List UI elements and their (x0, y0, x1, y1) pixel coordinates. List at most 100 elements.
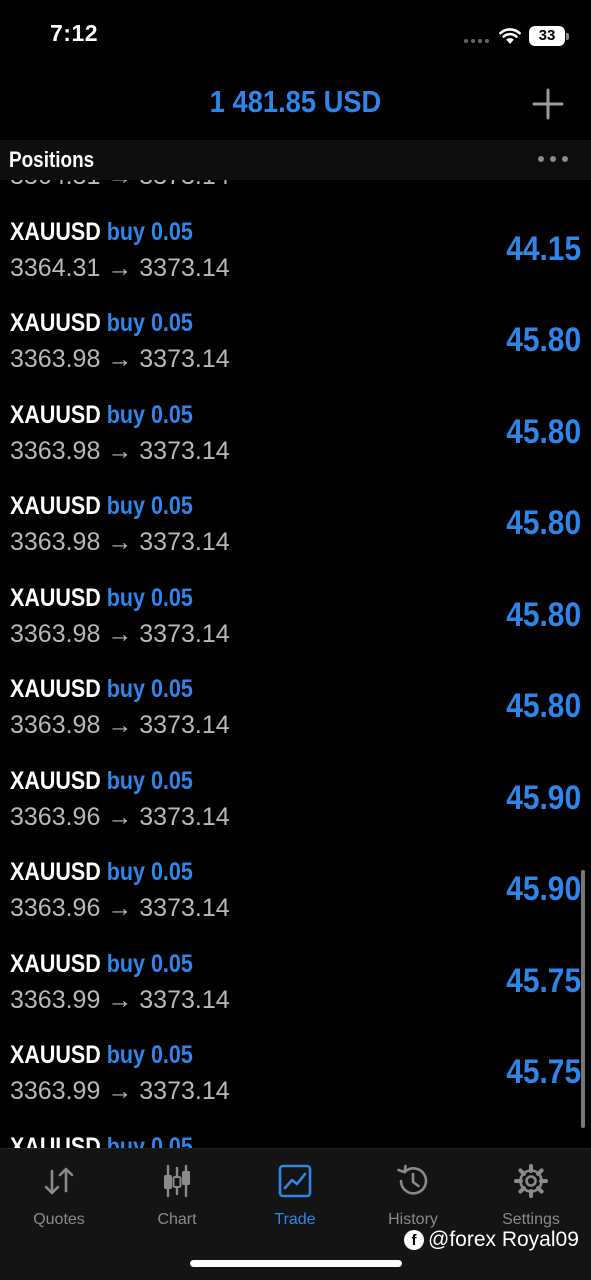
open-price: 3363.98 (10, 711, 101, 739)
position-profit: 45.75 (506, 961, 581, 1000)
position-title: XAUUSD buy 0.05 (10, 492, 193, 521)
current-price: 3373.14 (139, 180, 229, 190)
position-prices: 3363.96 → 3373.14 (10, 894, 230, 923)
price-arrow: → (107, 711, 133, 739)
position-row[interactable]: XAUUSD buy 0.05 3363.99 → 3373.14 45.75 (0, 950, 591, 1042)
position-row[interactable]: XAUUSD buy 0.05 3363.96 → 3373.14 45.90 (0, 767, 591, 859)
position-side-volume: buy 0.05 (106, 1132, 193, 1149)
status-time: 7:12 (50, 20, 99, 46)
quotes-arrows-icon (44, 1167, 74, 1195)
tab-quotes[interactable]: Quotes (0, 1163, 118, 1228)
tab-history[interactable]: History (354, 1163, 472, 1228)
tab-chart[interactable]: Chart (118, 1163, 236, 1228)
open-price: 3363.98 (10, 436, 101, 465)
current-price: 3373.14 (139, 528, 230, 556)
section-title: Positions (9, 147, 95, 172)
position-row[interactable]: XAUUSD buy 0.053364.31 → 3373.1444.15 (0, 218, 591, 310)
positions-list[interactable]: XAUUSD buy 0.05 3364.31 → 3373.14 44.15 XAU… (0, 180, 591, 1148)
tab-label: Chart (157, 1211, 197, 1228)
tab-label: History (388, 1211, 438, 1228)
position-symbol: XAUUSD (10, 1041, 101, 1069)
position-profit: 44.15 (506, 229, 581, 268)
price-arrow: → (107, 436, 133, 465)
position-title: XAUUSD buy 0.05 (10, 858, 193, 887)
position-side-volume: buy 0.05 (106, 583, 193, 612)
gear-icon (514, 1164, 548, 1198)
account-balance: 1 481.85 USD (209, 84, 382, 119)
battery-level: 33 (529, 26, 565, 46)
position-symbol: XAUUSD (10, 1132, 101, 1149)
cellular-signal-icon (464, 39, 492, 45)
home-indicator[interactable] (190, 1260, 402, 1267)
position-profit: 45.80 (506, 412, 581, 451)
open-price: 3363.99 (10, 985, 101, 1014)
watermark-text: @forex Royal09 (428, 1228, 579, 1251)
open-price: 3363.98 (10, 345, 101, 373)
position-side-volume: buy 0.05 (106, 675, 193, 703)
open-price: 3364.31 (10, 180, 100, 190)
position-symbol: XAUUSD (10, 949, 101, 978)
position-symbol: XAUUSD (10, 766, 101, 795)
position-row[interactable]: XAUUSD buy 0.053363.99 → 3373.1445.75 (0, 1041, 591, 1133)
position-title: XAUUSD buy 0.05 (10, 401, 193, 430)
position-title: XAUUSD buy 0.05 (10, 218, 193, 247)
position-prices: 3363.98 → 3373.14 (10, 345, 230, 374)
position-prices: 3364.31 → 3373.14 (10, 180, 230, 191)
price-arrow: → (107, 1077, 133, 1105)
position-row[interactable]: XAUUSD buy 0.05 3363.98 → 3373.14 45.80 (0, 675, 591, 767)
more-options-icon[interactable] (538, 156, 568, 162)
position-symbol: XAUUSD (10, 217, 101, 246)
watermark: f @forex Royal09 (404, 1228, 579, 1252)
candlestick-icon (164, 1164, 190, 1198)
position-title: XAUUSD buy 0.05 (10, 309, 193, 338)
position-prices: 3363.98 → 3373.14 (10, 437, 230, 466)
position-profit: 45.90 (506, 778, 581, 817)
facebook-icon: f (404, 1230, 424, 1250)
open-price: 3363.98 (10, 619, 101, 648)
position-profit: 45.80 (506, 321, 581, 359)
position-row[interactable]: XAUUSD buy 0.053363.99 → 3373.1445.75 (0, 1133, 591, 1149)
status-bar: 7:12 33 (0, 0, 591, 72)
position-prices: 3363.98 → 3373.14 (10, 711, 230, 740)
price-arrow: → (107, 253, 133, 282)
price-arrow: → (107, 528, 133, 556)
position-prices: 3363.99 → 3373.14 (10, 1077, 230, 1106)
position-profit: 45.90 (506, 870, 581, 908)
scrollbar[interactable] (581, 870, 585, 1128)
position-prices: 3363.98 → 3373.14 (10, 620, 230, 649)
current-price: 3373.14 (139, 1077, 230, 1105)
plus-icon[interactable] (532, 88, 564, 120)
position-side-volume: buy 0.05 (106, 400, 193, 429)
price-arrow: → (107, 802, 133, 831)
position-row[interactable]: XAUUSD buy 0.05 3363.96 → 3373.14 45.90 (0, 858, 591, 950)
price-arrow: → (107, 345, 133, 373)
position-prices: 3363.99 → 3373.14 (10, 986, 230, 1015)
current-price: 3373.14 (139, 253, 230, 282)
open-price: 3363.96 (10, 894, 101, 922)
current-price: 3373.14 (139, 802, 230, 831)
tab-settings[interactable]: Settings (472, 1163, 590, 1228)
position-row[interactable]: XAUUSD buy 0.05 3363.98 → 3373.14 45.80 (0, 309, 591, 401)
position-side-volume: buy 0.05 (106, 217, 193, 246)
price-arrow: → (107, 180, 132, 190)
position-title: XAUUSD buy 0.05 (10, 1133, 193, 1149)
tab-label: Trade (274, 1211, 316, 1228)
current-price: 3373.14 (139, 619, 230, 648)
position-side-volume: buy 0.05 (106, 949, 193, 978)
position-symbol: XAUUSD (10, 858, 101, 886)
position-row[interactable]: XAUUSD buy 0.05 3363.98 → 3373.14 45.80 (0, 401, 591, 493)
position-side-volume: buy 0.05 (106, 309, 193, 337)
position-symbol: XAUUSD (10, 400, 101, 429)
tab-trade[interactable]: Trade (236, 1163, 354, 1228)
tab-label: Settings (502, 1211, 560, 1228)
position-symbol: XAUUSD (10, 583, 101, 612)
position-profit: 45.80 (506, 504, 581, 542)
current-price: 3373.14 (139, 345, 230, 373)
position-profit: 45.80 (506, 595, 581, 634)
position-symbol: XAUUSD (10, 309, 101, 337)
position-row[interactable]: XAUUSD buy 0.05 3363.98 → 3373.14 45.80 (0, 584, 591, 676)
position-row[interactable]: XAUUSD buy 0.05 3363.98 → 3373.14 45.80 (0, 492, 591, 584)
tab-label: Quotes (33, 1211, 85, 1228)
price-arrow: → (107, 985, 133, 1014)
position-row[interactable]: XAUUSD buy 0.053364.31 → 3373.1444.15 (0, 180, 591, 218)
